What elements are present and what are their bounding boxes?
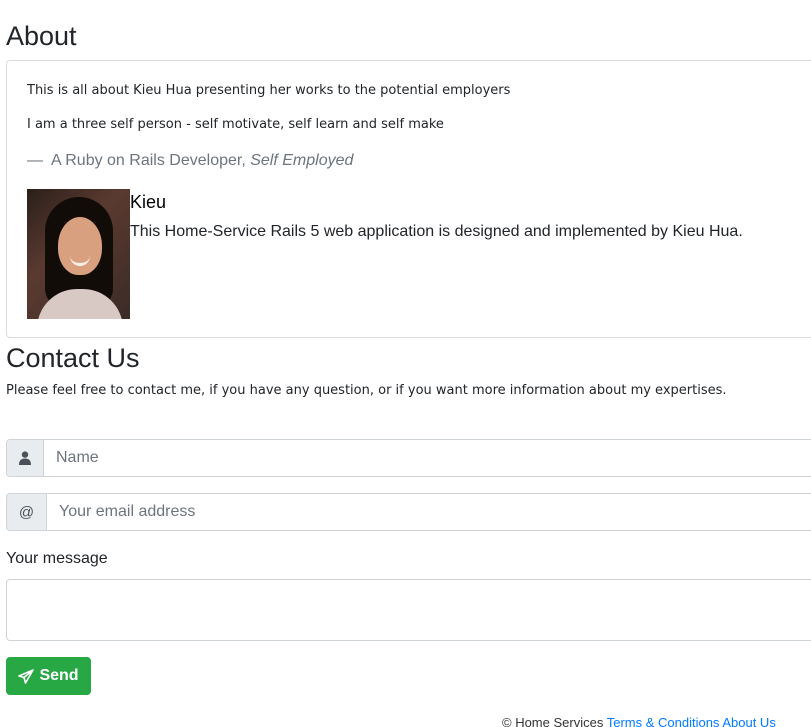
contact-intro: Please feel free to contact me, if you h… [6, 383, 727, 398]
message-label: Your message [6, 550, 108, 567]
contact-heading: Contact Us [6, 343, 140, 373]
name-addon [7, 440, 44, 476]
blockquote-footer: — A Ruby on Rails Developer, Self Employe… [27, 152, 353, 170]
send-button[interactable]: Send [6, 657, 91, 695]
profile-body: Kieu This Home-Service Rails 5 web appli… [130, 191, 743, 241]
paper-plane-icon [18, 668, 35, 684]
footer: © Home Services Terms & Conditions About… [502, 715, 776, 727]
about-us-link[interactable]: About Us [722, 715, 775, 727]
profile-photo [27, 189, 130, 319]
about-heading: About [6, 21, 77, 51]
send-label: Send [39, 667, 79, 684]
about-self-line: I am a three self person - self motivate… [27, 117, 444, 132]
profile-description: This Home-Service Rails 5 web applicatio… [130, 223, 743, 240]
footer-copyright: © Home Services [502, 715, 604, 727]
email-addon: @ [7, 494, 47, 530]
message-textarea[interactable] [6, 579, 811, 641]
quote-dash: — [27, 152, 43, 169]
name-input-group [6, 439, 811, 477]
page: About This is all about Kieu Hua present… [0, 0, 811, 727]
quote-role: A Ruby on Rails Developer, [51, 152, 246, 169]
email-input[interactable] [47, 494, 811, 530]
email-input-group: @ [6, 493, 811, 531]
about-card: This is all about Kieu Hua presenting he… [6, 60, 811, 338]
user-icon [19, 451, 31, 465]
profile-name: Kieu [130, 192, 167, 212]
terms-link[interactable]: Terms & Conditions [607, 715, 720, 727]
name-input[interactable] [44, 440, 811, 476]
quote-employer: Self Employed [250, 152, 354, 169]
about-intro-line: This is all about Kieu Hua presenting he… [27, 83, 511, 98]
